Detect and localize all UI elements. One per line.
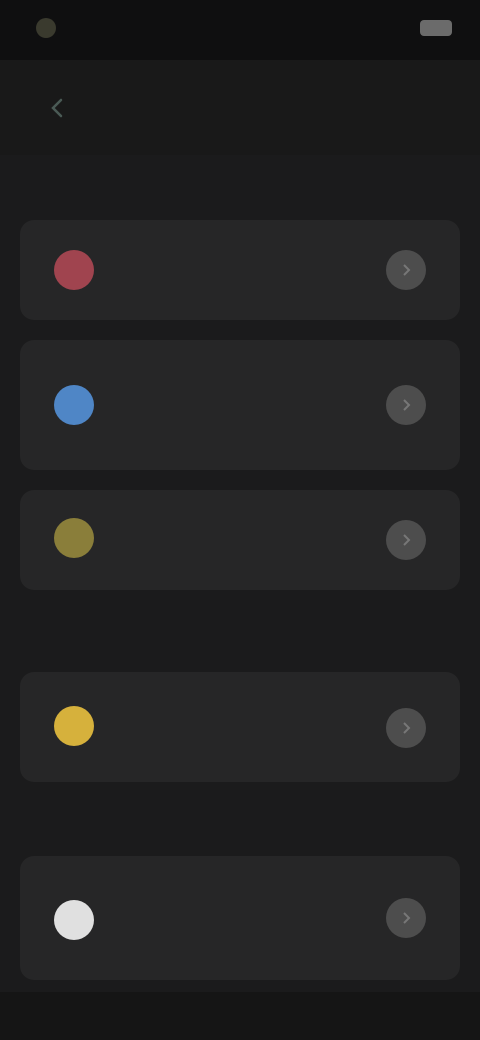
blue-dot-icon [54,385,94,425]
red-dot-icon [54,250,94,290]
list-item[interactable] [20,672,460,782]
back-arrow-icon [51,98,63,118]
battery-icon [420,20,452,36]
list-item[interactable] [20,490,460,590]
item-action-button[interactable] [386,520,426,560]
header [0,60,480,155]
chevron-right-icon [403,264,411,276]
notification-icon [36,18,56,38]
status-right [410,20,452,36]
chevron-right-icon [403,534,411,546]
list-item[interactable] [20,340,460,470]
list-item[interactable] [20,856,460,980]
status-bar [0,0,480,60]
chevron-right-icon [403,722,411,734]
yellow-dot-icon [54,706,94,746]
item-action-button[interactable] [386,708,426,748]
system-nav-bar [0,992,480,1040]
olive-dot-icon [54,518,94,558]
item-action-button[interactable] [386,898,426,938]
chevron-right-icon [403,399,411,411]
back-button[interactable] [30,80,86,136]
white-dot-icon [54,900,94,940]
item-action-button[interactable] [386,250,426,290]
chevron-right-icon [403,912,411,924]
list-item[interactable] [20,220,460,320]
item-action-button[interactable] [386,385,426,425]
status-left [36,18,66,38]
